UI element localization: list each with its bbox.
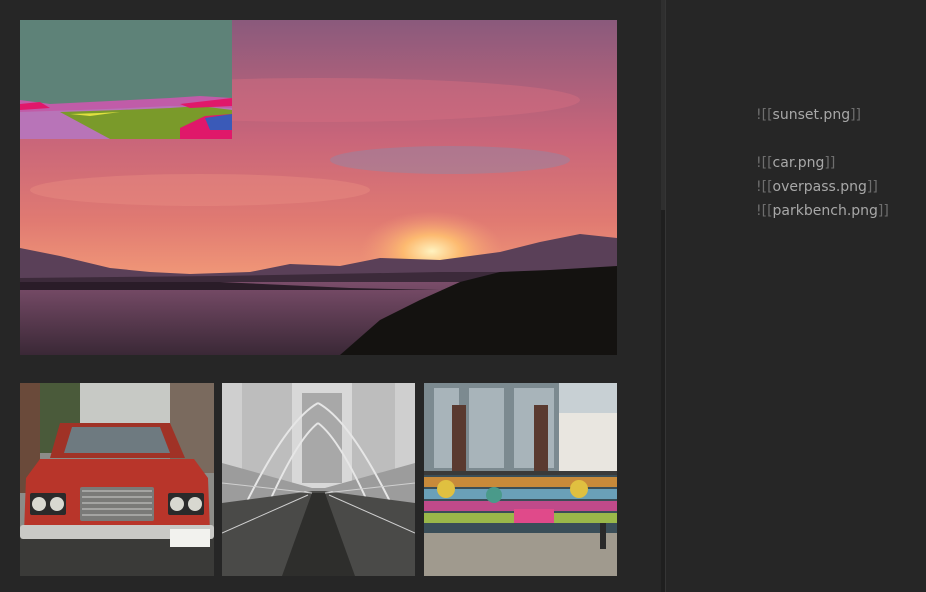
preview-pane[interactable]: [0, 0, 661, 592]
editor-pane[interactable]: ![[sunset.png]] ![[car.png]] ![[overpass…: [666, 0, 926, 592]
embed-line-overpass[interactable]: ![[overpass.png]]: [756, 175, 889, 199]
app-window: ![[sunset.png]] ![[car.png]] ![[overpass…: [0, 0, 926, 592]
blank-line[interactable]: [756, 127, 889, 151]
embed-close-syntax: ]]: [877, 203, 889, 219]
embed-open-syntax: ![[: [756, 179, 773, 195]
embed-filename: parkbench.png: [772, 203, 878, 219]
embed-filename: overpass.png: [772, 179, 867, 195]
embed-open-syntax: ![[: [756, 107, 773, 123]
embed-close-syntax: ]]: [824, 155, 836, 171]
car-image[interactable]: [20, 383, 214, 576]
embed-filename: car.png: [772, 155, 825, 171]
editor-text[interactable]: ![[sunset.png]] ![[car.png]] ![[overpass…: [756, 103, 889, 223]
embed-line-parkbench[interactable]: ![[parkbench.png]]: [756, 199, 889, 223]
parkbench-image[interactable]: [424, 383, 617, 576]
overpass-image[interactable]: [222, 383, 415, 576]
embed-line-car[interactable]: ![[car.png]]: [756, 151, 889, 175]
embed-open-syntax: ![[: [756, 155, 773, 171]
embed-open-syntax: ![[: [756, 203, 773, 219]
sunset-image[interactable]: [20, 20, 617, 355]
embed-close-syntax: ]]: [866, 179, 878, 195]
embed-close-syntax: ]]: [850, 107, 862, 123]
embed-line-sunset[interactable]: ![[sunset.png]]: [756, 103, 889, 127]
embed-filename: sunset.png: [772, 107, 851, 123]
